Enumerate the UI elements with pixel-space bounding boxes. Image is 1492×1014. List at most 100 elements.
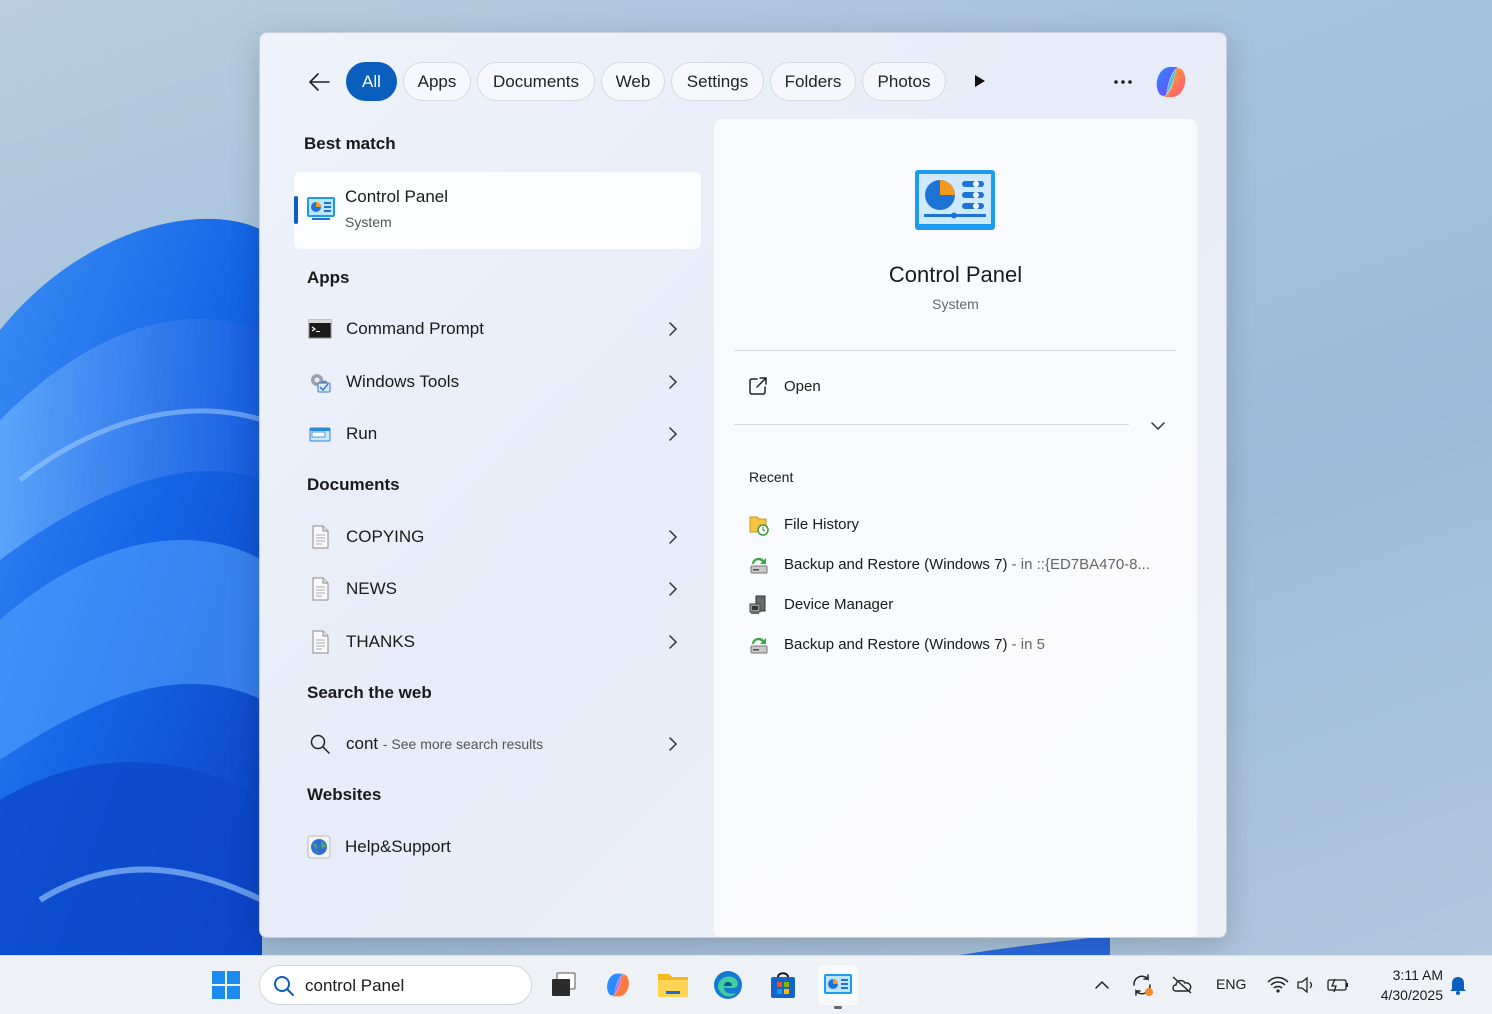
open-button[interactable]: Open xyxy=(734,367,1177,407)
list-item-label: Command Prompt xyxy=(346,319,484,338)
ellipsis-icon xyxy=(1114,80,1132,84)
control-panel-taskbar-button[interactable] xyxy=(818,965,858,1005)
taskbar-search-text: control Panel xyxy=(305,976,405,995)
language-indicator[interactable]: ENG xyxy=(1216,976,1246,992)
start-button[interactable] xyxy=(206,965,246,1005)
copilot-taskbar-button[interactable] xyxy=(598,965,638,1005)
web-query-suffix: - See more search results xyxy=(382,736,544,752)
clock[interactable]: 3:11 AM 4/30/2025 xyxy=(1365,965,1443,1005)
clock-time: 3:11 AM xyxy=(1392,967,1443,983)
volume-button[interactable] xyxy=(1292,965,1320,1005)
recent-item-backup-restore[interactable]: Backup and Restore (Windows 7) - in ::{E… xyxy=(734,546,1177,582)
microsoft-store-button[interactable] xyxy=(763,965,803,1005)
best-match-subtitle: System xyxy=(345,214,392,230)
control-panel-icon xyxy=(306,196,336,227)
copilot-icon xyxy=(607,973,629,997)
recent-item-label: Device Manager xyxy=(784,596,894,613)
onedrive-button[interactable] xyxy=(1163,965,1201,1005)
list-item-label: NEWS xyxy=(346,579,397,598)
document-icon xyxy=(308,577,332,601)
preview-pane: Control Panel System Open Recent File Hi… xyxy=(714,119,1197,937)
folder-icon xyxy=(658,974,688,997)
clock-date: 4/30/2025 xyxy=(1380,987,1443,1003)
wifi-icon xyxy=(1267,976,1289,993)
filter-chip-all[interactable]: All xyxy=(346,62,397,101)
search-icon xyxy=(274,976,294,996)
best-match-title: Control Panel xyxy=(345,187,449,206)
globe-icon xyxy=(307,835,331,859)
divider xyxy=(734,424,1129,425)
filter-chip-folders[interactable]: Folders xyxy=(770,62,856,101)
apps-heading: Apps xyxy=(307,268,350,287)
backup-restore-icon xyxy=(748,634,770,656)
command-prompt-icon xyxy=(308,317,332,341)
filter-chip-apps[interactable]: Apps xyxy=(403,62,471,101)
active-app-indicator xyxy=(834,1006,842,1009)
list-item-copying[interactable]: COPYING xyxy=(294,513,701,561)
best-match-heading: Best match xyxy=(304,134,396,153)
chevron-right-icon[interactable] xyxy=(664,425,682,443)
document-icon xyxy=(308,525,332,549)
run-icon xyxy=(308,422,332,446)
battery-button[interactable] xyxy=(1322,965,1354,1005)
chevron-right-icon[interactable] xyxy=(664,735,682,753)
chevron-right-icon[interactable] xyxy=(664,633,682,651)
file-explorer-button[interactable] xyxy=(653,965,693,1005)
task-view-icon xyxy=(552,972,576,996)
bell-icon xyxy=(1450,977,1466,995)
list-item-help-support[interactable]: Help&Support xyxy=(294,823,701,871)
recent-item-backup-restore-2[interactable]: Backup and Restore (Windows 7) - in 5 xyxy=(734,626,1177,662)
task-view-button[interactable] xyxy=(543,965,583,1005)
windows-logo-icon xyxy=(212,971,240,999)
list-item-command-prompt[interactable]: Command Prompt xyxy=(294,305,701,353)
show-hidden-icons-button[interactable] xyxy=(1083,965,1121,1005)
search-icon xyxy=(308,732,332,756)
chevron-right-icon[interactable] xyxy=(664,580,682,598)
backup-restore-icon xyxy=(748,554,770,576)
chevron-up-icon xyxy=(1095,980,1109,989)
search-panel: All Apps Documents Web Settings Folders … xyxy=(259,32,1227,938)
recent-item-file-history[interactable]: File History xyxy=(734,506,1177,542)
filter-chip-settings[interactable]: Settings xyxy=(671,62,764,101)
open-external-icon xyxy=(749,377,767,395)
expand-button[interactable] xyxy=(1147,415,1169,437)
windows-tools-icon xyxy=(308,370,332,394)
list-item-label: COPYING xyxy=(346,527,425,546)
filter-chip-web[interactable]: Web xyxy=(601,62,665,101)
chevron-right-icon[interactable] xyxy=(664,373,682,391)
more-options-button[interactable] xyxy=(1108,67,1138,97)
copilot-button[interactable] xyxy=(1150,61,1192,103)
recent-item-label: File History xyxy=(784,516,860,533)
selection-indicator xyxy=(294,196,298,224)
recent-item-device-manager[interactable]: Device Manager xyxy=(734,586,1177,622)
notifications-button[interactable] xyxy=(1442,965,1474,1005)
network-button[interactable] xyxy=(1262,965,1294,1005)
filter-chip-photos[interactable]: Photos xyxy=(862,62,946,101)
documents-heading: Documents xyxy=(307,475,400,494)
taskbar-search-box[interactable]: control Panel xyxy=(259,965,532,1005)
play-icon xyxy=(975,75,985,87)
recent-item-label: Backup and Restore (Windows 7) - in 5 xyxy=(784,636,1045,653)
store-icon xyxy=(771,972,795,998)
list-item-thanks[interactable]: THANKS xyxy=(294,618,701,666)
filter-chip-documents[interactable]: Documents xyxy=(477,62,595,101)
back-button[interactable] xyxy=(304,67,334,97)
best-match-control-panel[interactable]: Control Panel System xyxy=(294,172,701,249)
more-filters-button[interactable] xyxy=(968,69,992,93)
sync-status-button[interactable] xyxy=(1123,965,1161,1005)
edge-browser-button[interactable] xyxy=(708,965,748,1005)
sync-icon xyxy=(1133,974,1153,996)
open-label: Open xyxy=(784,378,821,395)
control-panel-icon xyxy=(824,974,852,994)
chevron-right-icon[interactable] xyxy=(664,320,682,338)
taskbar: control Panel ENG 3:11 AM 4/30/2025 xyxy=(0,955,1492,1014)
speaker-icon xyxy=(1297,976,1313,994)
list-item-web-search[interactable]: cont - See more search results xyxy=(294,720,701,768)
list-item-run[interactable]: Run xyxy=(294,410,701,458)
list-item-windows-tools[interactable]: Windows Tools xyxy=(294,358,701,406)
websites-heading: Websites xyxy=(307,785,382,804)
list-item-news[interactable]: NEWS xyxy=(294,565,701,613)
document-icon xyxy=(308,630,332,654)
chevron-right-icon[interactable] xyxy=(664,528,682,546)
preview-subtitle: System xyxy=(932,296,979,312)
